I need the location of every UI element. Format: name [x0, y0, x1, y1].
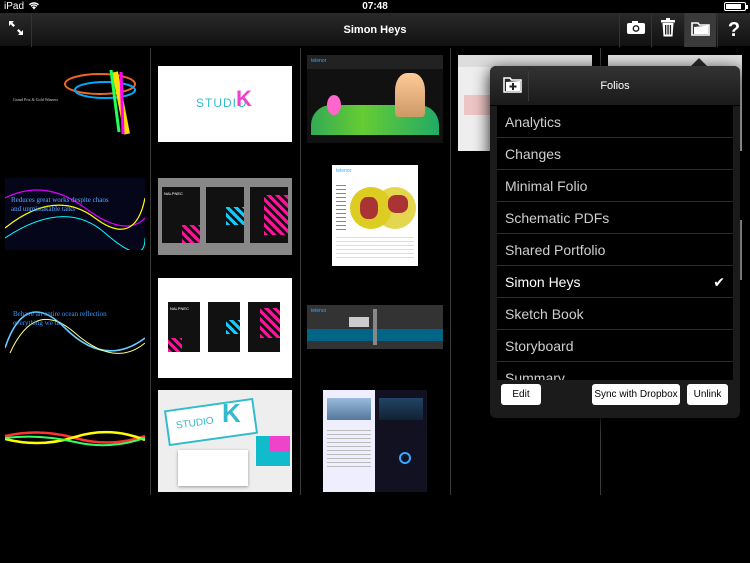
edit-button[interactable]: Edit	[501, 384, 541, 405]
battery-icon	[724, 2, 748, 11]
folio-item[interactable]: Simon Heys ✔	[497, 266, 733, 298]
unlink-button[interactable]: Unlink	[687, 384, 728, 405]
folio-item[interactable]: Sketch Book	[497, 298, 733, 330]
column-divider	[450, 48, 451, 495]
folio-list[interactable]: Analytics Changes Minimal Folio Schematic P…	[497, 106, 733, 380]
thumbnail-1-3[interactable]: Behave an entire ocean reflection everyt…	[5, 288, 145, 356]
popover-title: Folios	[600, 80, 630, 92]
thumbnail-1-4[interactable]	[5, 420, 145, 456]
column-divider	[300, 48, 301, 495]
k2-logo-icon: K	[222, 398, 241, 428]
trash-icon	[660, 18, 676, 42]
thumbnail-2-2[interactable]: NALPNEC	[158, 178, 292, 255]
thumbnail-brand: telenor	[311, 58, 327, 64]
sync-dropbox-button[interactable]: Sync with Dropbox	[592, 384, 680, 405]
column-divider	[150, 48, 151, 495]
thumbnail-2-1[interactable]: STUDIO K	[158, 66, 292, 142]
thumbnail-brand: telenor	[311, 308, 327, 314]
folio-item[interactable]: Minimal Folio	[497, 170, 733, 202]
k2-logo-icon: K	[236, 86, 252, 111]
thumbnail-1-2[interactable]: Reduces great works despite chaos and un…	[5, 178, 145, 250]
popover-header: Folios	[490, 66, 740, 106]
thumbnail-2-3[interactable]: NALPNEC	[158, 278, 292, 378]
thumbnail-1-1[interactable]: Grand Prix & Gold Winners	[5, 62, 145, 142]
folios-button[interactable]	[684, 13, 716, 47]
folio-item-label: Storyboard	[505, 338, 574, 354]
folio-item[interactable]: Analytics	[497, 106, 733, 138]
folio-item-label: Minimal Folio	[505, 178, 588, 194]
thumbnail-caption: Reduces great works despite chaos and un…	[11, 196, 109, 213]
thumbnail-caption: Behave an entire ocean reflection everyt…	[13, 310, 107, 327]
thumbnail-brand: NALPNEC	[170, 306, 189, 311]
folio-item-label: Shared Portfolio	[505, 242, 606, 258]
folio-item[interactable]: Summary	[497, 362, 733, 380]
folio-item-label: Summary	[505, 370, 565, 380]
folio-item-label: Simon Heys	[505, 274, 581, 290]
folio-item[interactable]: Schematic PDFs	[497, 202, 733, 234]
folio-item-label: Changes	[505, 146, 562, 162]
thumbnail-3-3[interactable]: telenor	[307, 305, 443, 349]
folios-popover: Folios Analytics Changes Minimal Folio Sche…	[490, 66, 740, 418]
thumbnail-3-1[interactable]: telenor	[307, 55, 443, 143]
help-button[interactable]: ?	[717, 13, 750, 47]
checkmark-icon: ✔	[713, 274, 725, 290]
top-toolbar: Simon Heys ?	[0, 13, 750, 47]
thumbnail-caption: Grand Prix & Gold Winners	[13, 97, 59, 102]
popover-footer: Edit Sync with Dropbox Unlink	[490, 380, 740, 418]
camera-icon	[626, 20, 646, 40]
delete-button[interactable]	[651, 13, 683, 47]
folio-item[interactable]: Shared Portfolio	[497, 234, 733, 266]
thumbnail-2-4[interactable]: STUDIO K	[158, 390, 292, 492]
thumbnail-3-4[interactable]	[323, 390, 427, 492]
folio-item-label: Sketch Book	[505, 306, 584, 322]
folio-item-label: Analytics	[505, 114, 562, 130]
status-bar: iPad 07:48	[0, 0, 750, 13]
clock: 07:48	[362, 1, 388, 12]
folder-icon	[691, 20, 710, 41]
folio-item[interactable]: Storyboard	[497, 330, 733, 362]
thumbnail-brand: NALPNEC	[164, 191, 183, 196]
thumbnail-3-2[interactable]: telenor	[332, 165, 418, 266]
camera-button[interactable]	[619, 13, 651, 47]
help-icon: ?	[727, 18, 741, 41]
thumbnail-brand: telenor	[336, 168, 352, 174]
folio-item[interactable]: Changes	[497, 138, 733, 170]
folio-item-label: Schematic PDFs	[505, 210, 610, 226]
